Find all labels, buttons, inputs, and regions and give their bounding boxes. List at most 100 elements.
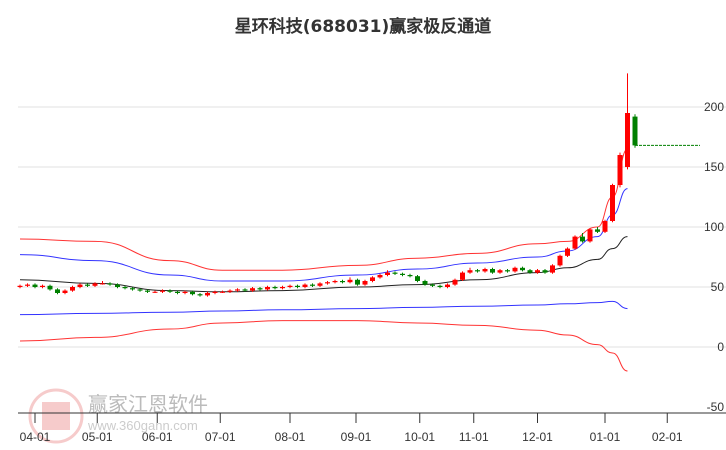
candle-body: [392, 272, 398, 274]
x-tick-label: 07-01: [205, 430, 236, 444]
candle-body: [17, 285, 23, 287]
candle-body: [505, 270, 510, 272]
candle-body: [242, 289, 248, 291]
candle-body: [40, 285, 45, 287]
y-tick-label: 200: [704, 100, 724, 114]
candle-body: [610, 185, 615, 221]
candle-body: [212, 291, 218, 293]
candle-body: [580, 236, 585, 242]
candle-body: [70, 287, 75, 291]
candle-body: [272, 287, 278, 289]
x-tick-label: 06-01: [142, 430, 173, 444]
candle-body: [370, 277, 375, 281]
candle-body: [625, 113, 630, 167]
chart-container: 星环科技(688031)赢家极反通道 赢家江恩软件 www.360gann.co…: [0, 0, 726, 450]
candle-body: [175, 291, 180, 293]
candle-body: [92, 283, 98, 286]
candle-body: [407, 275, 413, 277]
candle-body: [295, 285, 300, 287]
candle-body: [482, 269, 488, 272]
candle-body: [595, 229, 600, 232]
candle-body: [317, 283, 323, 286]
candle-body: [85, 284, 90, 286]
candle-body: [512, 267, 518, 272]
candle-body: [347, 279, 353, 283]
candle-body: [130, 288, 135, 290]
candle-body: [520, 267, 525, 271]
candle-body: [377, 275, 383, 278]
candle-body: [587, 229, 593, 242]
candle-body: [182, 291, 188, 293]
x-tick-label: 02-01: [652, 430, 683, 444]
candle-body: [400, 273, 405, 275]
candle-body: [302, 284, 308, 287]
x-tick-label: 09-01: [341, 430, 372, 444]
candle-body: [62, 290, 68, 293]
candle-body: [340, 281, 345, 283]
candle-body: [280, 287, 285, 289]
candle-body: [385, 272, 390, 275]
candle-body: [47, 285, 53, 290]
band-lower-red: [19, 320, 628, 372]
chart-plot: 200 150 100 50 0 -50 04-01 05-01 06-01 07-01 08-01…: [17, 73, 726, 444]
candle-body: [227, 290, 233, 292]
candle-body: [475, 270, 480, 272]
candle-body: [422, 281, 428, 285]
y-tick-label: 50: [711, 280, 725, 294]
candle-body: [355, 279, 360, 285]
candle-body: [122, 287, 128, 289]
x-tick-label: 12-01: [522, 430, 553, 444]
y-tick-label: -50: [707, 400, 725, 414]
y-tick-label: 0: [717, 340, 724, 354]
candle-body: [205, 293, 210, 296]
candle-body: [445, 284, 450, 287]
candle-body: [362, 281, 368, 285]
candle-body: [617, 155, 623, 185]
candle-body: [332, 281, 338, 283]
candle-body: [167, 290, 173, 292]
y-tick-label: 150: [704, 160, 724, 174]
candle-body: [287, 285, 293, 287]
candle-body: [32, 284, 38, 287]
candle-body: [535, 270, 540, 273]
band-lower-blue: [19, 300, 628, 316]
candle-body: [542, 270, 548, 273]
candle-body: [137, 289, 143, 291]
candle-body: [250, 288, 255, 291]
x-tick-label: 05-01: [82, 430, 113, 444]
candle-body: [220, 291, 225, 293]
x-tick-label: 08-01: [275, 430, 306, 444]
candle-body: [115, 284, 120, 287]
candle-body: [265, 287, 270, 290]
x-tick-label: 04-01: [20, 430, 51, 444]
candle-body: [152, 291, 158, 293]
candle-body: [602, 221, 608, 232]
candle-body: [77, 284, 83, 287]
candle-body: [565, 248, 570, 256]
candle-body: [430, 284, 435, 286]
candle-body: [257, 288, 263, 290]
candle-body: [550, 265, 555, 273]
candle-body: [190, 291, 195, 295]
candle-body: [460, 272, 465, 280]
candle-body: [325, 282, 330, 284]
x-tick-label: 01-01: [590, 430, 621, 444]
candle-body: [452, 279, 458, 285]
candle-body: [497, 270, 503, 273]
candle-body: [527, 270, 533, 273]
candle-body: [145, 290, 150, 292]
candle-body: [100, 283, 105, 285]
candle-body: [25, 284, 30, 286]
candle-body: [197, 294, 203, 296]
candle-body: [437, 285, 443, 287]
candle-body: [55, 289, 60, 293]
candle-body: [235, 289, 240, 291]
candle-body: [557, 255, 563, 266]
candle-body: [415, 276, 420, 281]
candle-body: [160, 290, 165, 292]
candle-body: [310, 284, 315, 286]
x-tick-label: 10-01: [404, 430, 435, 444]
candle-body: [572, 236, 578, 249]
candle-body: [490, 269, 495, 273]
y-tick-label: 100: [704, 220, 724, 234]
